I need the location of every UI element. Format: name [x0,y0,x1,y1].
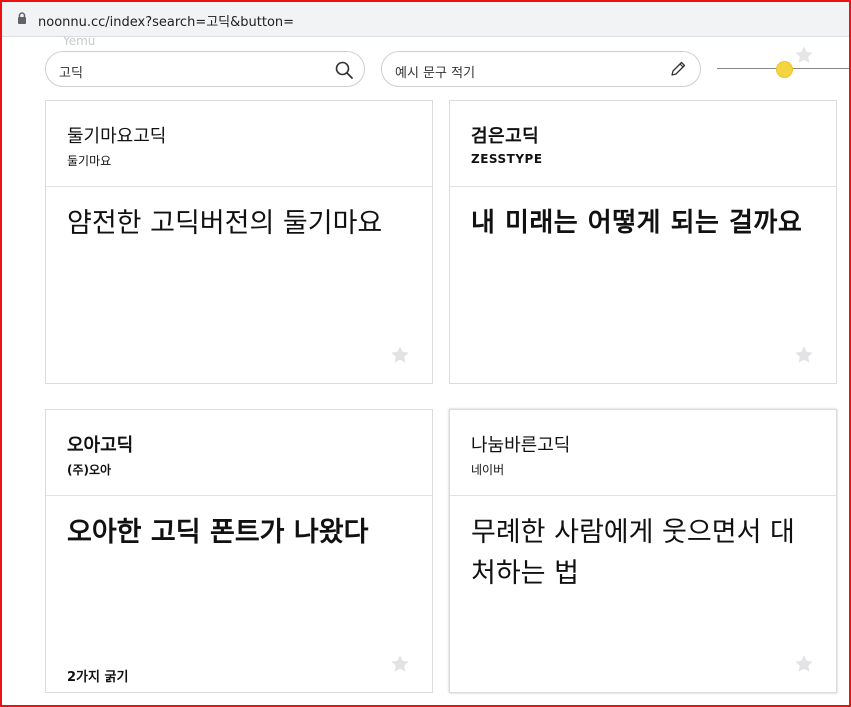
font-weight-count: 2가지 굵기 [67,670,129,685]
font-card-header: 둘기마요고딕 둘기마요 [46,101,432,187]
font-maker: 둘기마요 [67,154,112,168]
pencil-icon [671,61,686,76]
font-card-header: 오아고딕 (주)오아 [46,410,432,496]
font-name[interactable]: 검은고딕 [471,122,539,148]
font-search-input[interactable]: 고딕 [45,51,365,87]
star-icon[interactable] [793,653,815,675]
search-icon[interactable] [334,60,354,80]
sample-input-placeholder[interactable]: 예시 문구 적기 [395,62,475,81]
url-text[interactable]: noonnu.cc/index?search=고딕&button= [38,11,294,30]
font-card-header: 검은고딕 ZESSTYPE [450,101,836,187]
font-card[interactable]: 둘기마요고딕 둘기마요 얌전한 고딕버전의 둘기마요 [45,100,433,384]
browser-address-bar[interactable]: noonnu.cc/index?search=고딕&button= [2,2,849,37]
font-card[interactable]: 나눔바른고딕 네이버 무례한 사람에게 웃으면서 대처하는 법 [449,409,837,693]
font-name[interactable]: 오아고딕 [67,431,133,457]
star-icon[interactable] [389,653,411,675]
font-name[interactable]: 둘기마요고딕 [67,122,166,148]
lock-icon [18,12,26,24]
star-icon[interactable] [389,344,411,366]
star-icon [795,46,813,63]
font-card[interactable]: 검은고딕 ZESSTYPE 내 미래는 어떻게 되는 걸까요 [449,100,837,384]
font-size-slider-handle[interactable] [776,61,793,78]
font-name[interactable]: 나눔바른고딕 [471,431,570,457]
font-maker: ZESSTYPE [471,152,543,166]
sample-text-input[interactable]: 예시 문구 적기 [381,51,701,87]
font-maker: (주)오아 [67,463,112,477]
font-sample-text: 오아한 고딕 폰트가 나왔다 [67,517,369,548]
search-input-value[interactable]: 고딕 [59,62,83,81]
font-sample-text: 내 미래는 어떻게 되는 걸까요 [471,208,803,238]
font-card-header: 나눔바른고딕 네이버 [450,410,836,496]
font-sample-text: 얌전한 고딕버전의 둘기마요 [67,208,383,239]
font-sample-text: 무례한 사람에게 웃으면서 대처하는 법 [471,517,795,589]
font-maker: 네이버 [471,463,505,477]
star-icon[interactable] [793,344,815,366]
font-card[interactable]: 오아고딕 (주)오아 오아한 고딕 폰트가 나왔다 2가지 굵기 [45,409,433,693]
